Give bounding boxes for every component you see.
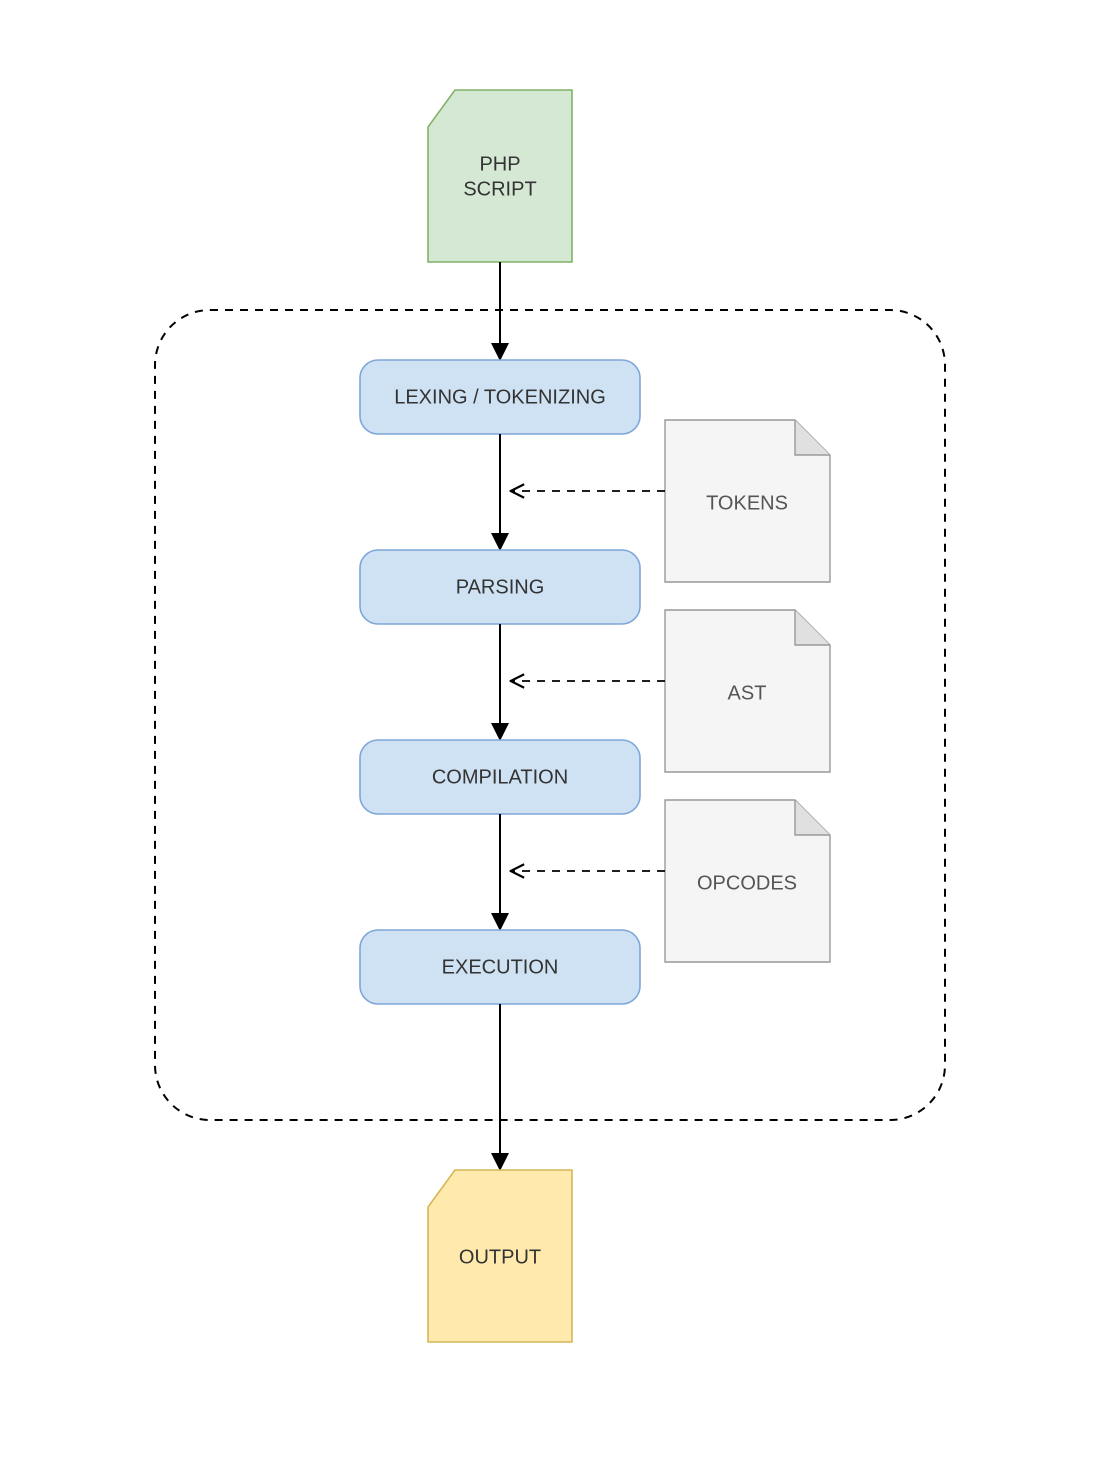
input-document: PHP SCRIPT — [428, 90, 572, 262]
stage-parsing-label: PARSING — [456, 576, 545, 598]
stage-lexing-label: LEXING / TOKENIZING — [394, 386, 606, 408]
input-doc-line1: PHP — [479, 153, 520, 175]
stage-compilation: COMPILATION — [360, 740, 640, 814]
side-note-tokens: TOKENS — [665, 420, 830, 582]
stage-lexing: LEXING / TOKENIZING — [360, 360, 640, 434]
stage-parsing: PARSING — [360, 550, 640, 624]
stage-execution-label: EXECUTION — [442, 956, 559, 978]
stage-execution: EXECUTION — [360, 930, 640, 1004]
side-note-tokens-label: TOKENS — [706, 492, 788, 514]
side-note-opcodes: OPCODES — [665, 800, 830, 962]
output-document: OUTPUT — [428, 1170, 572, 1342]
flow-diagram: PHP SCRIPT LEXING / TOKENIZING TOKENS PA… — [0, 0, 1100, 1460]
side-note-ast-label: AST — [728, 682, 767, 704]
side-note-opcodes-label: OPCODES — [697, 872, 797, 894]
side-note-ast: AST — [665, 610, 830, 772]
output-doc-line1: OUTPUT — [459, 1246, 541, 1268]
stage-compilation-label: COMPILATION — [432, 766, 568, 788]
input-doc-line2: SCRIPT — [463, 178, 536, 200]
